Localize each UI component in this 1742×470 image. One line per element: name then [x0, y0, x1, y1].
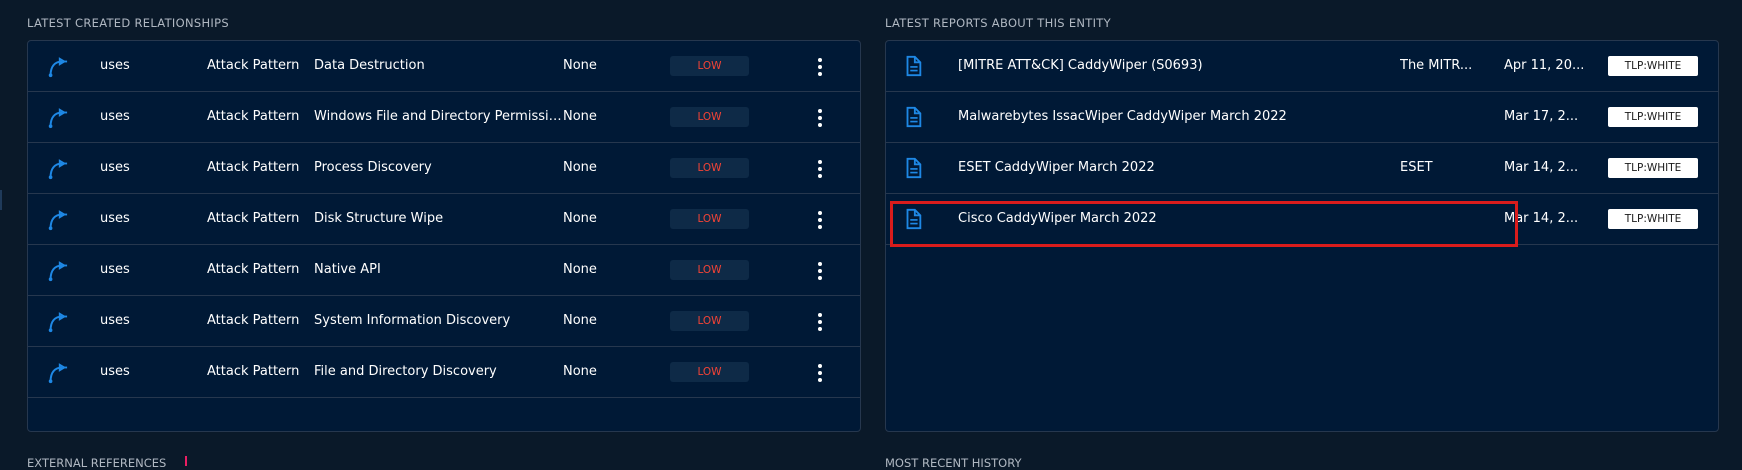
relationship-arrow-icon: [46, 362, 68, 384]
more-vert-icon[interactable]: [810, 107, 830, 129]
report-row[interactable]: Malwarebytes IssacWiper CaddyWiper March…: [886, 92, 1718, 143]
marking-badge: TLP:WHITE: [1608, 107, 1698, 127]
start-time: None: [563, 313, 597, 328]
more-vert-icon[interactable]: [810, 260, 830, 282]
relationship-row[interactable]: uses Attack Pattern Data Destruction None LO…: [28, 41, 860, 92]
entity-name: Windows File and Directory Permissions .…: [314, 109, 564, 124]
more-vert-icon[interactable]: [810, 209, 830, 231]
start-time: None: [563, 211, 597, 226]
relationship-row[interactable]: uses Attack Pattern Process Discovery None L…: [28, 143, 860, 194]
more-vert-icon[interactable]: [810, 56, 830, 78]
confidence-badge: LOW: [670, 311, 749, 331]
confidence-badge: LOW: [670, 158, 749, 178]
report-row[interactable]: ESET CaddyWiper March 2022 ESET Mar 14, 2.…: [886, 143, 1718, 194]
report-author: [1400, 194, 1482, 244]
entity-type: Attack Pattern: [207, 364, 300, 379]
report-name: [MITRE ATT&CK] CaddyWiper (S0693): [958, 58, 1203, 73]
marking-badge: TLP:WHITE: [1608, 209, 1698, 229]
relationship-type: uses: [100, 211, 130, 226]
start-time: None: [563, 262, 597, 277]
confidence-badge: LOW: [670, 107, 749, 127]
report-author: ESET: [1400, 160, 1433, 175]
relationship-row[interactable]: uses Attack Pattern Native API None LOW: [28, 245, 860, 296]
report-document-icon: [902, 55, 924, 77]
tab-indicator: [185, 456, 187, 466]
relationship-arrow-icon: [46, 260, 68, 282]
entity-type: Attack Pattern: [207, 58, 300, 73]
report-document-icon: [902, 208, 924, 230]
report-name: Malwarebytes IssacWiper CaddyWiper March…: [958, 109, 1287, 124]
start-time: None: [563, 364, 597, 379]
more-vert-icon[interactable]: [810, 311, 830, 333]
more-vert-icon[interactable]: [810, 158, 830, 180]
entity-name: System Information Discovery: [314, 313, 511, 328]
entity-name: File and Directory Discovery: [314, 364, 497, 379]
entity-type: Attack Pattern: [207, 262, 300, 277]
report-row[interactable]: [MITRE ATT&CK] CaddyWiper (S0693) The MIT…: [886, 41, 1718, 92]
entity-type: Attack Pattern: [207, 160, 300, 175]
entity-type: Attack Pattern: [207, 211, 300, 226]
start-time: None: [563, 109, 597, 124]
report-date: Mar 14, 2...: [1504, 160, 1579, 175]
entity-name: Process Discovery: [314, 160, 432, 175]
relationship-type: uses: [100, 262, 130, 277]
relationship-type: uses: [100, 58, 130, 73]
relationship-arrow-icon: [46, 158, 68, 180]
start-time: None: [563, 58, 597, 73]
confidence-badge: LOW: [670, 209, 749, 229]
confidence-badge: LOW: [670, 56, 749, 76]
marking-badge: TLP:WHITE: [1608, 158, 1698, 178]
report-row[interactable]: Cisco CaddyWiper March 2022 Mar 14, 2... T…: [886, 194, 1718, 245]
more-vert-icon[interactable]: [810, 362, 830, 384]
relationship-row[interactable]: uses Attack Pattern System Information Dis…: [28, 296, 860, 347]
relationship-row[interactable]: uses Attack Pattern File and Directory Dis…: [28, 347, 860, 398]
report-document-icon: [902, 106, 924, 128]
left-edge-marker: [0, 190, 2, 210]
relationship-arrow-icon: [46, 56, 68, 78]
report-date: Mar 17, 2...: [1504, 109, 1579, 124]
entity-name: Disk Structure Wipe: [314, 211, 444, 226]
report-document-icon: [902, 157, 924, 179]
report-name: Cisco CaddyWiper March 2022: [958, 211, 1157, 226]
external-references-title: EXTERNAL REFERENCES: [27, 456, 167, 470]
report-date: Mar 14, 2...: [1504, 211, 1579, 226]
relationship-row[interactable]: uses Attack Pattern Windows File and Direc…: [28, 92, 860, 143]
start-time: None: [563, 160, 597, 175]
relationship-arrow-icon: [46, 311, 68, 333]
confidence-badge: LOW: [670, 362, 749, 382]
report-date: Apr 11, 20...: [1504, 58, 1584, 73]
relationship-type: uses: [100, 160, 130, 175]
relationship-arrow-icon: [46, 107, 68, 129]
relationship-type: uses: [100, 109, 130, 124]
entity-name: Data Destruction: [314, 58, 425, 73]
marking-badge: TLP:WHITE: [1608, 56, 1698, 76]
confidence-badge: LOW: [670, 260, 749, 280]
relationships-panel: uses Attack Pattern Data Destruction None LO…: [27, 40, 861, 432]
relationship-type: uses: [100, 364, 130, 379]
relationship-arrow-icon: [46, 209, 68, 231]
report-author: The MITR...: [1400, 58, 1473, 73]
reports-section-title: LATEST REPORTS ABOUT THIS ENTITY: [885, 16, 1111, 30]
entity-type: Attack Pattern: [207, 109, 300, 124]
relationship-type: uses: [100, 313, 130, 328]
reports-panel: [MITRE ATT&CK] CaddyWiper (S0693) The MIT…: [885, 40, 1719, 432]
recent-history-title: MOST RECENT HISTORY: [885, 456, 1022, 470]
entity-name: Native API: [314, 262, 381, 277]
report-name: ESET CaddyWiper March 2022: [958, 160, 1155, 175]
relationship-row[interactable]: uses Attack Pattern Disk Structure Wipe Non…: [28, 194, 860, 245]
report-author: [1400, 92, 1482, 142]
relationships-section-title: LATEST CREATED RELATIONSHIPS: [27, 16, 229, 30]
entity-type: Attack Pattern: [207, 313, 300, 328]
